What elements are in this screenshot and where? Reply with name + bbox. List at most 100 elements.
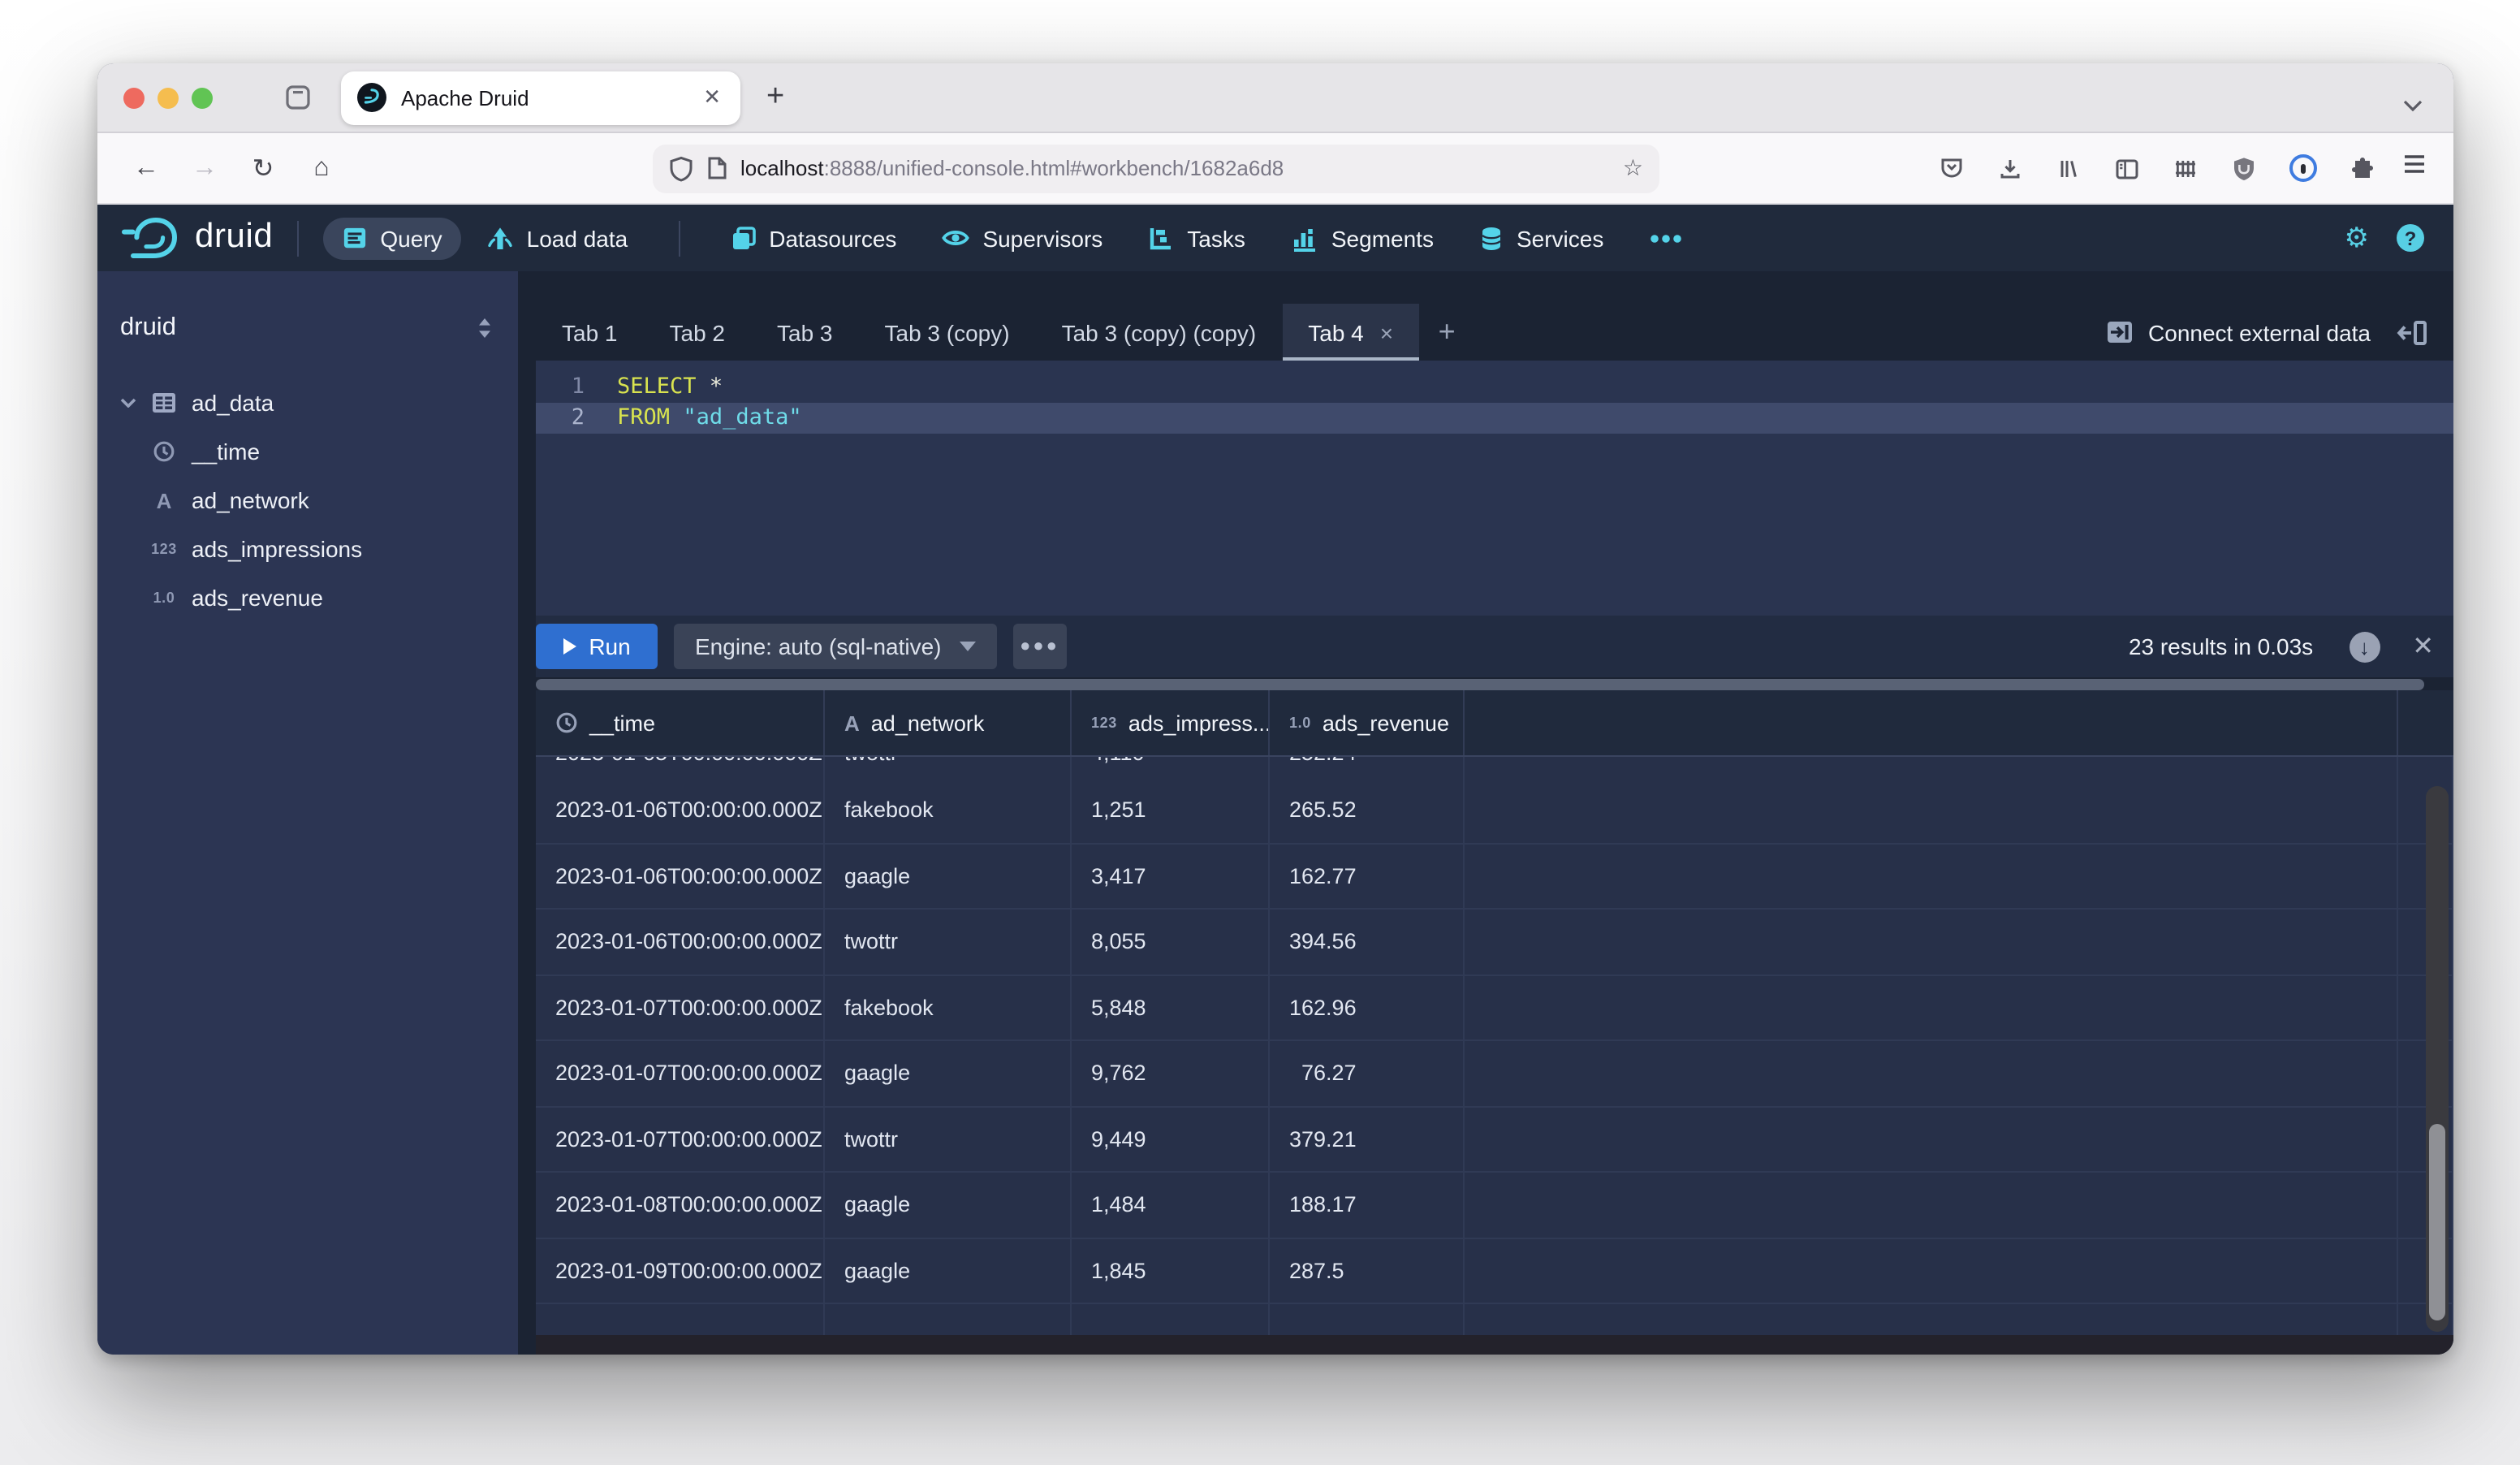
schema-table-ad-data[interactable]: ad_data [120, 378, 518, 427]
menu-icon[interactable] [2395, 153, 2434, 184]
cell-ads-revenue[interactable]: 162.96 [1270, 975, 1465, 1039]
minimize-window-button[interactable] [158, 87, 179, 108]
cell-ads-revenue[interactable]: 162.77 [1270, 844, 1465, 908]
cell-ads-revenue[interactable]: 287.5 [1270, 1238, 1465, 1303]
cell-ad-network[interactable]: gaagle [825, 1173, 1072, 1237]
back-icon[interactable]: ← [117, 153, 175, 183]
shield-icon[interactable] [669, 155, 693, 181]
vertical-scrollbar-thumb[interactable] [2429, 1125, 2445, 1321]
onepassword-icon[interactable] [2289, 154, 2317, 182]
settings-gear-icon[interactable]: ⚙ [2345, 222, 2370, 254]
sql-editor[interactable]: 1SELECT *2FROM "ad_data" [536, 361, 2453, 616]
cell-ad-network[interactable]: twottr [825, 1107, 1072, 1171]
collapse-panel-icon[interactable] [2397, 304, 2427, 361]
cell-ad-network[interactable]: twottr [825, 757, 1072, 778]
forward-icon[interactable]: → [175, 153, 234, 183]
cell-ads-impress[interactable]: 1,845 [1072, 1238, 1270, 1303]
home-icon[interactable]: ⌂ [292, 153, 351, 183]
cell-ads-impress[interactable]: 1,251 [1072, 778, 1270, 842]
cell-time[interactable]: 2023-01-05T00:00:00.000Z [536, 757, 825, 778]
connect-external-data-button[interactable]: Connect external data [2106, 304, 2371, 361]
panel-splitter[interactable] [536, 677, 2453, 690]
column-header-ads-revenue[interactable]: 1.0ads_revenue [1270, 690, 1465, 755]
column-header-ad-network[interactable]: Aad_network [825, 690, 1072, 755]
query-tab-tab-3[interactable]: Tab 3 [751, 304, 859, 361]
query-tab-tab-1[interactable]: Tab 1 [536, 304, 644, 361]
cell-ads-revenue[interactable]: 252.24 [1270, 757, 1465, 778]
cell-time[interactable]: 2023-01-07T00:00:00.000Z [536, 975, 825, 1039]
chevron-down-icon[interactable] [120, 398, 149, 408]
new-tab-button[interactable]: + [766, 80, 784, 115]
query-tab-tab-4[interactable]: Tab 4× [1282, 304, 1419, 361]
url-text[interactable]: localhost:8888/unified-console.html#work… [740, 156, 1284, 180]
schema-column-ads-revenue[interactable]: 1.0ads_revenue [120, 573, 518, 622]
cell-time[interactable]: 2023-01-06T00:00:00.000Z [536, 778, 825, 842]
nav-item-more[interactable] [1629, 225, 1701, 251]
schema-column-ad-network[interactable]: Aad_network [120, 476, 518, 525]
extensions-icon[interactable] [2350, 155, 2375, 181]
horizontal-scrollbar-track[interactable] [536, 1335, 2453, 1355]
sort-icon[interactable] [477, 317, 492, 339]
cell-time[interactable]: 2023-01-08T00:00:00.000Z [536, 1173, 825, 1237]
nav-item-segments[interactable]: Segments [1271, 217, 1453, 259]
nav-item-load-data[interactable]: Load data [468, 217, 648, 259]
run-button[interactable]: Run [536, 624, 658, 669]
close-results-icon[interactable]: ✕ [2412, 630, 2434, 663]
cell-ads-revenue[interactable]: 188.17 [1270, 1173, 1465, 1237]
downloads-icon[interactable] [1997, 155, 2023, 181]
nav-item-supervisors[interactable]: Supervisors [922, 217, 1122, 259]
cell-ads-impress[interactable]: 1,484 [1072, 1173, 1270, 1237]
druid-brand[interactable]: druid [120, 215, 273, 261]
nav-item-query[interactable]: Query [323, 217, 461, 259]
cell-ad-network[interactable]: twottr [825, 910, 1072, 974]
cell-ads-revenue[interactable]: 394.56 [1270, 910, 1465, 974]
tab-overview-icon[interactable] [284, 84, 312, 110]
query-tab-tab-3-copy[interactable]: Tab 3 (copy) [859, 304, 1036, 361]
url-bar[interactable]: localhost:8888/unified-console.html#work… [653, 144, 1659, 192]
cell-ads-impress[interactable]: 8,055 [1072, 910, 1270, 974]
query-tab-tab-2[interactable]: Tab 2 [644, 304, 752, 361]
cell-ads-revenue[interactable]: 379.21 [1270, 1107, 1465, 1171]
cell-ad-network[interactable]: fakebook [825, 975, 1072, 1039]
sidebar-panel-icon[interactable] [2114, 155, 2140, 181]
pocket-icon[interactable] [1939, 156, 1965, 180]
containers-icon[interactable] [2173, 155, 2199, 181]
cell-ads-impress[interactable]: 4,110 [1072, 757, 1270, 778]
cell-ads-impress[interactable]: 3,417 [1072, 844, 1270, 908]
ublock-icon[interactable] [2231, 155, 2257, 181]
close-window-button[interactable] [123, 87, 145, 108]
schema-column-time[interactable]: __time [120, 427, 518, 476]
vertical-scrollbar-track[interactable] [2426, 786, 2449, 1332]
schema-column-ads-impressions[interactable]: 123ads_impressions [120, 525, 518, 573]
page-icon[interactable] [706, 156, 727, 180]
more-options-button[interactable]: ●●● [1013, 624, 1067, 669]
cell-time[interactable]: 2023-01-06T00:00:00.000Z [536, 910, 825, 974]
cell-time[interactable]: 2023-01-09T00:00:00.000Z [536, 1238, 825, 1303]
cell-ad-network[interactable]: fakebook [825, 778, 1072, 842]
query-tab-tab-3-copy-copy[interactable]: Tab 3 (copy) (copy) [1036, 304, 1283, 361]
nav-item-datasources[interactable]: Datasources [710, 217, 916, 259]
cell-ads-impress[interactable]: 5,848 [1072, 975, 1270, 1039]
column-header-time[interactable]: __time [536, 690, 825, 755]
reload-icon[interactable]: ↻ [234, 152, 292, 184]
cell-ad-network[interactable]: gaagle [825, 1238, 1072, 1303]
cell-ad-network[interactable]: gaagle [825, 844, 1072, 908]
add-tab-icon[interactable]: + [1419, 304, 1474, 361]
cell-ads-revenue[interactable]: 76.27 [1270, 1041, 1465, 1105]
browser-tab[interactable]: Apache Druid ✕ [341, 71, 740, 124]
splitter-handle[interactable] [536, 678, 2424, 689]
help-icon[interactable]: ? [2397, 224, 2424, 252]
bookmark-star-icon[interactable]: ☆ [1623, 154, 1643, 182]
cell-time[interactable]: 2023-01-07T00:00:00.000Z [536, 1107, 825, 1171]
close-tab-icon[interactable]: × [1380, 319, 1393, 345]
close-tab-icon[interactable]: ✕ [700, 84, 724, 110]
tab-list-chevron-icon[interactable] [2401, 91, 2424, 120]
cell-ads-impress[interactable]: 9,449 [1072, 1107, 1270, 1171]
cell-time[interactable]: 2023-01-07T00:00:00.000Z [536, 1041, 825, 1105]
cell-ad-network[interactable]: gaagle [825, 1041, 1072, 1105]
cell-ads-impress[interactable]: 9,762 [1072, 1041, 1270, 1105]
cell-ads-revenue[interactable]: 265.52 [1270, 778, 1465, 842]
zoom-window-button[interactable] [192, 87, 213, 108]
nav-item-tasks[interactable]: Tasks [1128, 217, 1265, 259]
engine-select[interactable]: Engine: auto (sql-native) [674, 624, 997, 669]
